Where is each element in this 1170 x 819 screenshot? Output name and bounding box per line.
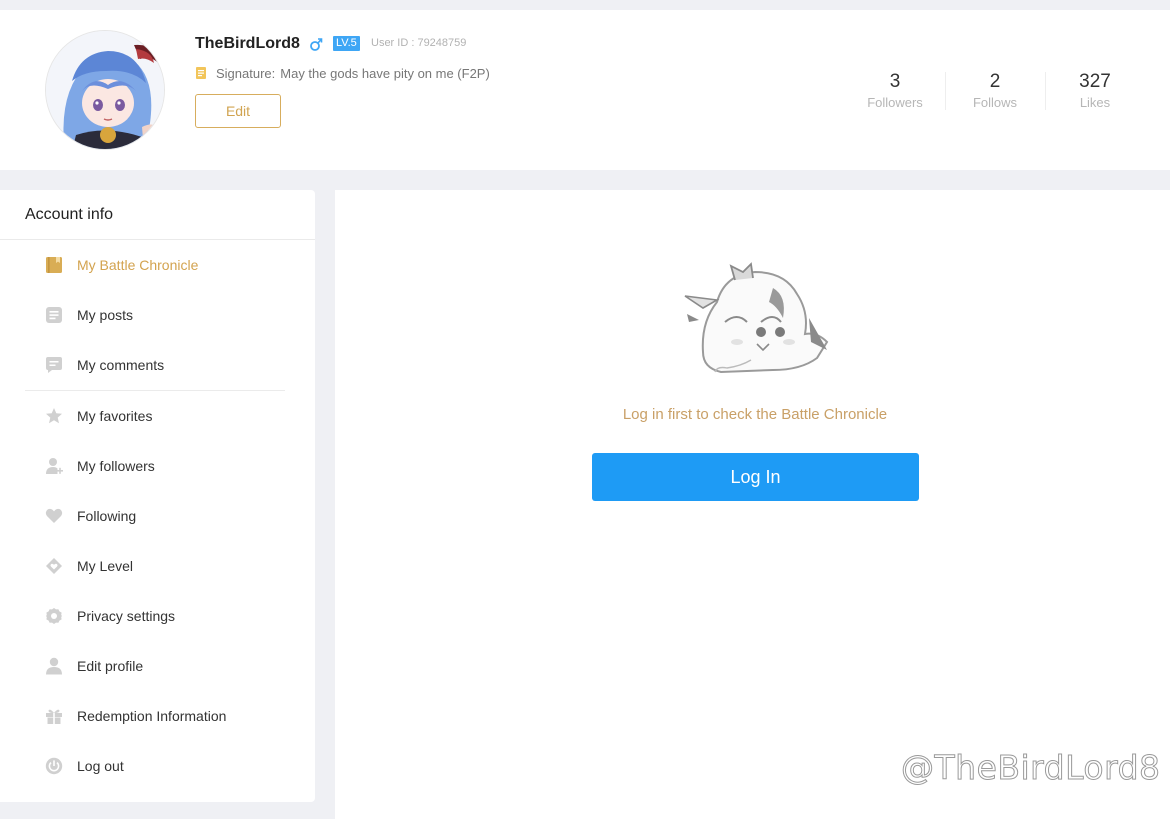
gift-icon [44,707,63,726]
sidebar-item-logout[interactable]: Log out [0,741,315,791]
avatar[interactable] [45,30,165,150]
sidebar-item-label: Privacy settings [77,608,176,624]
sidebar-item-label: My followers [77,458,155,474]
posts-icon [44,306,63,325]
sidebar-item-label: Edit profile [77,658,144,674]
stat-followers[interactable]: 3 Followers [845,70,945,111]
login-required-message: Log in first to check the Battle Chronic… [622,406,888,423]
sidebar-item-label: Redemption Information [77,708,227,724]
sidebar-item-comments[interactable]: My comments [0,340,315,390]
sidebar-item-privacy[interactable]: Privacy settings [0,591,315,641]
heart-icon [44,507,63,526]
profile-stats: 3 Followers 2 Follows 327 Likes [845,70,1145,111]
mascot-illustration [684,262,829,374]
sidebar-item-redemption[interactable]: Redemption Information [0,691,315,741]
book-icon [44,256,63,275]
comment-icon [44,356,63,375]
sidebar-item-label: My Level [77,558,134,574]
sidebar-item-label: My comments [77,357,165,373]
level-badge: LV.5 [333,36,360,51]
main-content: Log in first to check the Battle Chronic… [335,190,1170,819]
stat-label: Followers [867,95,923,110]
stat-follows[interactable]: 2 Follows [945,70,1045,111]
male-icon [310,38,323,51]
sidebar-item-favorites[interactable]: My favorites [0,391,315,441]
sidebar-item-label: My Battle Chronicle [77,257,199,273]
sidebar-menu: My Battle Chronicle My posts My comments… [0,240,315,791]
user-plus-icon [44,457,63,476]
account-sidebar: Account info My Battle Chronicle My post… [0,190,315,802]
star-icon [44,407,63,426]
sidebar-item-edit-profile[interactable]: Edit profile [0,641,315,691]
sidebar-item-label: My posts [77,307,134,323]
login-button[interactable]: Log In [592,453,919,501]
sidebar-item-level[interactable]: My Level [0,541,315,591]
username: TheBirdLord8 [195,35,300,52]
profile-header: TheBirdLord8 LV.5 User ID : 79248759 Sig… [0,10,1170,170]
sidebar-item-posts[interactable]: My posts [0,290,315,340]
sidebar-title: Account info [0,190,315,240]
signature-icon [196,67,206,79]
stat-label: Follows [972,95,1018,110]
stat-label: Likes [1079,95,1111,110]
sidebar-item-following[interactable]: Following [0,491,315,541]
avatar-image [46,31,164,149]
sidebar-item-label: Following [77,508,137,524]
signature-label: Signature: [216,66,276,81]
sidebar-item-label: My favorites [77,408,153,424]
sidebar-item-battle-chronicle[interactable]: My Battle Chronicle [0,240,315,290]
gear-icon [44,607,63,626]
stat-value: 3 [889,71,901,92]
edit-button[interactable]: Edit [195,94,281,128]
signature: Signature: May the gods have pity on me (… [216,66,490,81]
stat-value: 2 [989,71,1001,92]
sidebar-item-label: Log out [77,758,124,774]
power-icon [44,757,63,776]
user-id: User ID : 79248759 [371,37,467,49]
signature-text: May the gods have pity on me (F2P) [280,66,490,81]
sidebar-item-followers[interactable]: My followers [0,441,315,491]
user-icon [44,657,63,676]
diamond-heart-icon [44,557,63,576]
stat-value: 327 [1079,71,1111,92]
stat-likes[interactable]: 327 Likes [1045,70,1145,111]
watermark: @TheBirdLord8 [901,748,1161,788]
